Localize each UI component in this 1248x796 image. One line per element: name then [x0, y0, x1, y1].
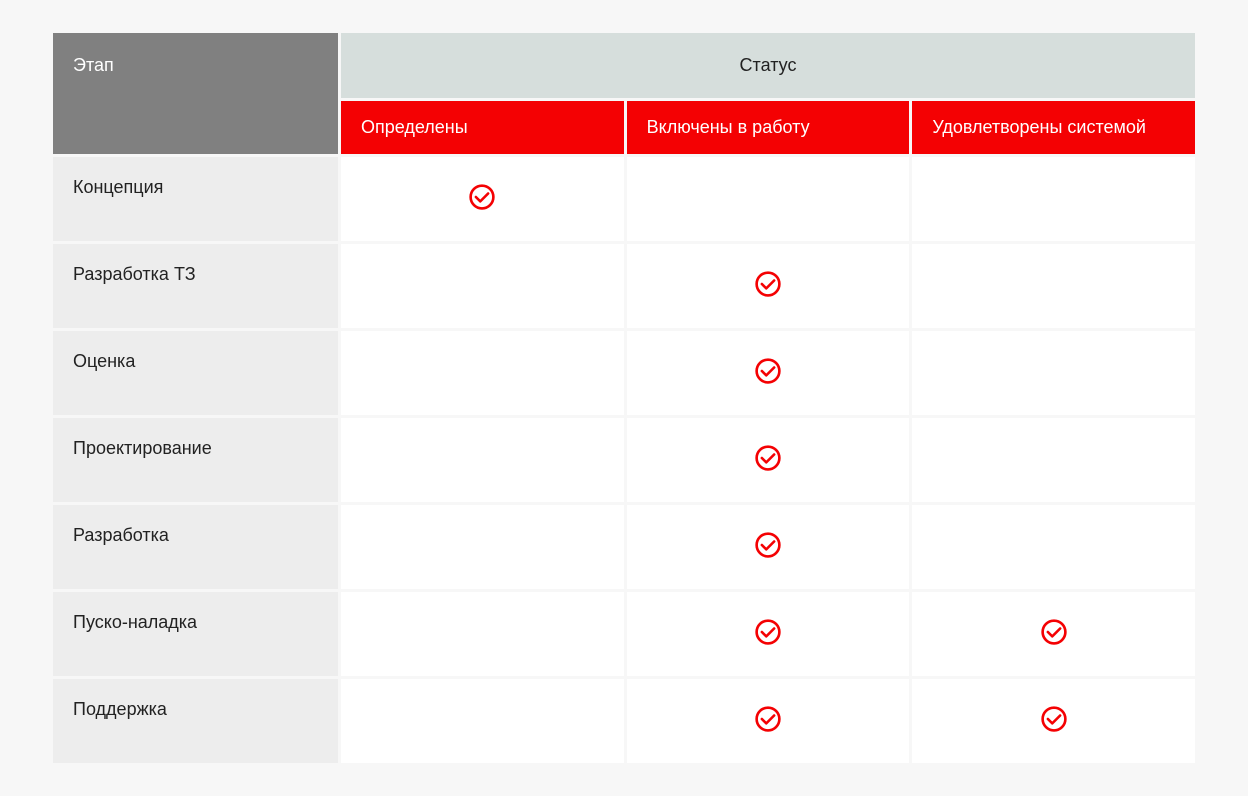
status-cell — [627, 418, 910, 502]
status-cell — [912, 505, 1195, 589]
status-cell — [912, 244, 1195, 328]
checkmark-icon — [754, 618, 782, 646]
table-body: КонцепцияРазработка ТЗОценкаПроектирован… — [53, 157, 1195, 763]
status-cell — [912, 592, 1195, 676]
status-cell — [912, 418, 1195, 502]
status-cell — [627, 157, 910, 241]
status-col-2: Удовлетворены системой — [912, 101, 1195, 154]
table-row: Пуско-наладка — [53, 592, 1195, 676]
status-cell — [341, 331, 624, 415]
status-cell — [627, 592, 910, 676]
status-cell — [341, 505, 624, 589]
stage-name-cell: Концепция — [53, 157, 338, 241]
stage-header: Этап — [53, 33, 338, 154]
stage-name-cell: Разработка — [53, 505, 338, 589]
status-cell — [912, 331, 1195, 415]
checkmark-icon — [754, 531, 782, 559]
stage-name-cell: Оценка — [53, 331, 338, 415]
checkmark-icon — [1040, 705, 1068, 733]
table-row: Поддержка — [53, 679, 1195, 763]
status-header: Статус — [341, 33, 1195, 98]
checkmark-icon — [754, 444, 782, 472]
status-col-1: Включены в работу — [627, 101, 910, 154]
status-cell — [341, 592, 624, 676]
page-root: Этап Статус Определены Включены в работу… — [0, 0, 1248, 796]
checkmark-icon — [754, 705, 782, 733]
stages-table: Этап Статус Определены Включены в работу… — [50, 30, 1198, 766]
status-cell — [912, 679, 1195, 763]
status-cell — [341, 418, 624, 502]
stage-name-cell: Проектирование — [53, 418, 338, 502]
stage-name-cell: Пуско-наладка — [53, 592, 338, 676]
table-row: Концепция — [53, 157, 1195, 241]
status-cell — [627, 331, 910, 415]
status-cell — [627, 244, 910, 328]
table-head: Этап Статус Определены Включены в работу… — [53, 33, 1195, 154]
table-row: Проектирование — [53, 418, 1195, 502]
table-row: Разработка — [53, 505, 1195, 589]
checkmark-icon — [468, 183, 496, 211]
status-cell — [341, 157, 624, 241]
status-cell — [341, 679, 624, 763]
checkmark-icon — [754, 357, 782, 385]
status-cell — [627, 505, 910, 589]
status-cell — [627, 679, 910, 763]
table-row: Разработка ТЗ — [53, 244, 1195, 328]
checkmark-icon — [1040, 618, 1068, 646]
status-cell — [341, 244, 624, 328]
stage-name-cell: Разработка ТЗ — [53, 244, 338, 328]
checkmark-icon — [754, 270, 782, 298]
status-col-0: Определены — [341, 101, 624, 154]
table-row: Оценка — [53, 331, 1195, 415]
stage-name-cell: Поддержка — [53, 679, 338, 763]
status-cell — [912, 157, 1195, 241]
